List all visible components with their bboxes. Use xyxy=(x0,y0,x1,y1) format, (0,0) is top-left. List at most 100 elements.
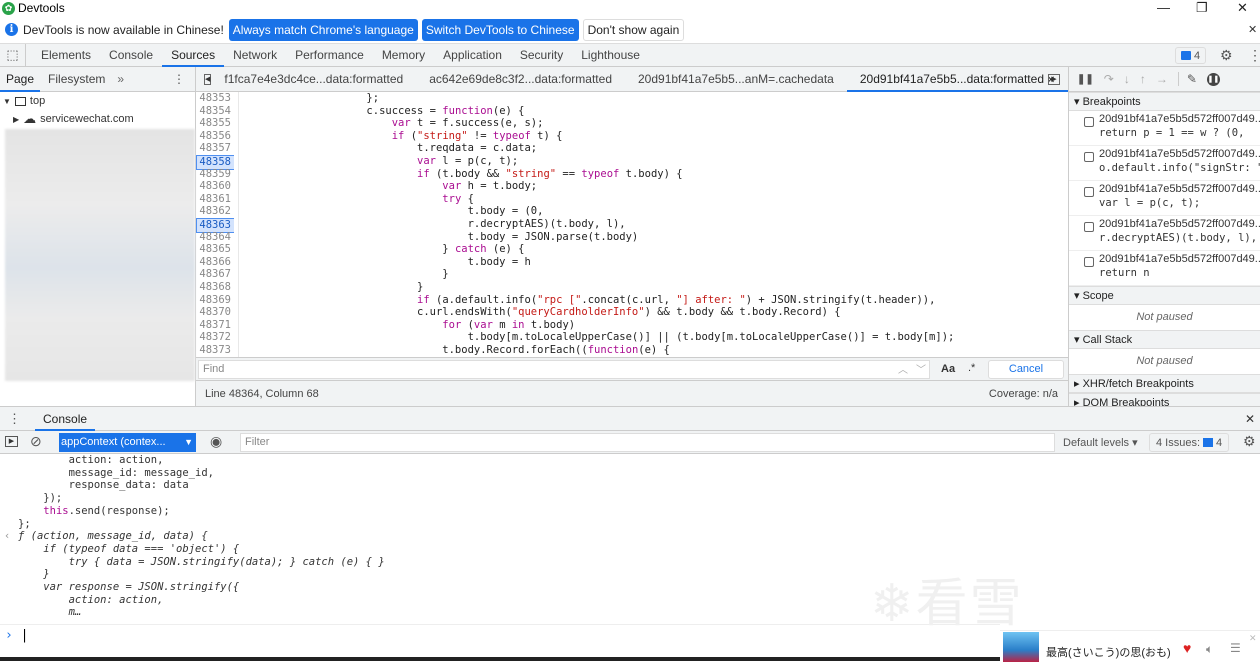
breakpoint-item[interactable]: 20d91bf41a7e5b5d572ff007d49... return p =… xyxy=(1069,111,1260,146)
watermark: ❄看雪 xyxy=(870,575,1024,633)
editor-tab[interactable]: f1fca7e4e3dc4ce...data:formatted xyxy=(211,67,416,92)
console-line-text: action: action, xyxy=(18,593,164,606)
find-cancel-button[interactable]: Cancel xyxy=(988,360,1064,379)
code-view[interactable]: 48353 }; 48354 c.success = function(e) {4… xyxy=(196,92,1068,357)
match-case-button[interactable]: Aa xyxy=(941,363,955,375)
playlist-icon[interactable]: ☰ xyxy=(1230,641,1241,655)
next-match-icon[interactable]: ﹀ xyxy=(916,361,926,376)
breakpoint-checkbox[interactable] xyxy=(1084,117,1094,127)
editor-tab[interactable]: 20d91bf41a7e5b5...anM=.cachedata xyxy=(625,67,847,92)
close-drawer-button[interactable]: ✕ xyxy=(1245,412,1255,426)
sidebar-toggle-icon[interactable]: ▶ xyxy=(5,436,18,447)
console-filter-input[interactable]: Filter xyxy=(240,433,1055,452)
clear-console-icon[interactable]: ⊘ xyxy=(30,433,42,450)
line-number[interactable]: 48362 xyxy=(196,205,234,218)
tab-memory[interactable]: Memory xyxy=(373,44,434,67)
tab-elements[interactable]: Elements xyxy=(32,44,100,67)
console-toolbar: ▶ ⊘ appContext (contex... ▼ ◉ Filter Defa… xyxy=(0,431,1260,454)
console-prompt[interactable]: › | xyxy=(5,628,28,643)
step-icon[interactable]: → xyxy=(1156,72,1168,86)
close-player-icon[interactable]: ✕ xyxy=(1249,633,1257,644)
pause-on-exceptions-icon[interactable]: ❚❚ xyxy=(1206,72,1220,86)
line-number[interactable]: 48369 xyxy=(196,294,234,307)
more-options-icon[interactable]: ⋮ xyxy=(1248,47,1260,64)
drawer-menu-icon[interactable]: ⋮ xyxy=(8,411,21,427)
step-over-icon[interactable]: ↷ xyxy=(1104,72,1114,86)
log-levels-dropdown[interactable]: Default levels ▾ xyxy=(1063,436,1138,449)
breakpoint-item[interactable]: 20d91bf41a7e5b5d572ff007d49... var l = p(… xyxy=(1069,181,1260,216)
breakpoint-item[interactable]: 20d91bf41a7e5b5d572ff007d49... r.decryptA… xyxy=(1069,216,1260,251)
more-tabs-icon[interactable]: » xyxy=(113,72,128,86)
regex-button[interactable]: .* xyxy=(968,362,975,374)
context-selector[interactable]: appContext (contex... ▼ xyxy=(59,433,196,452)
pause-icon[interactable]: ❚❚ xyxy=(1077,74,1094,85)
dont-show-again-button[interactable]: Don't show again xyxy=(582,18,685,41)
line-number[interactable]: 48371 xyxy=(196,319,234,332)
tab-security[interactable]: Security xyxy=(511,44,572,67)
tab-network[interactable]: Network xyxy=(224,44,286,67)
editor-tab[interactable]: 20d91bf41a7e5b5...data:formatted ✕ xyxy=(846,67,1069,92)
tab-performance[interactable]: Performance xyxy=(286,44,373,67)
console-issues-button[interactable]: 4 Issues: 4 xyxy=(1149,433,1230,452)
minimize-button[interactable]: — xyxy=(1157,0,1170,15)
editor-tab[interactable]: ac642e69de8c3f2...data:formatted xyxy=(416,67,625,92)
line-number[interactable]: 48353 xyxy=(196,92,234,105)
breakpoint-checkbox[interactable] xyxy=(1084,152,1094,162)
maximize-button[interactable]: ❐ xyxy=(1196,0,1208,16)
console-settings-icon[interactable]: ⚙ xyxy=(1243,433,1256,450)
breakpoint-item[interactable]: 20d91bf41a7e5b5d572ff007d49... o.default.… xyxy=(1069,146,1260,181)
volume-icon[interactable]: 🔈︎ xyxy=(1206,642,1213,657)
previous-match-icon[interactable]: ︿ xyxy=(898,361,908,376)
find-input[interactable]: Find xyxy=(198,360,930,379)
toggle-navigator-icon[interactable]: ◀ xyxy=(204,73,212,85)
tab-sources[interactable]: Sources xyxy=(162,44,225,67)
tab-page[interactable]: Page xyxy=(0,67,41,92)
tree-item-top[interactable]: ▼ top xyxy=(3,95,45,107)
tab-console[interactable]: Console xyxy=(100,44,162,67)
xhr-breakpoints-header[interactable]: ▸ XHR/fetch Breakpoints xyxy=(1069,374,1260,393)
dom-breakpoints-header[interactable]: ▸ DOM Breakpoints xyxy=(1069,393,1260,406)
line-number[interactable]: 48368 xyxy=(196,281,234,294)
tree-item-domain[interactable]: ▶ ☁ servicewechat.com xyxy=(13,112,134,125)
settings-gear-icon[interactable]: ⚙ xyxy=(1220,47,1233,64)
line-number[interactable]: 48372 xyxy=(196,331,234,344)
step-out-icon[interactable]: ↑ xyxy=(1140,72,1146,86)
scope-section-header[interactable]: ▾ Scope xyxy=(1069,286,1260,305)
deactivate-breakpoints-icon[interactable]: ✎ xyxy=(1177,72,1197,86)
line-number[interactable]: 48357 xyxy=(196,142,234,155)
always-match-language-button[interactable]: Always match Chrome's language xyxy=(228,18,418,41)
tab-console[interactable]: Console xyxy=(35,407,96,431)
callstack-section-header[interactable]: ▾ Call Stack xyxy=(1069,330,1260,349)
line-number[interactable]: 48367 xyxy=(196,268,234,281)
line-number[interactable]: 48365 xyxy=(196,243,234,256)
tab-filesystem[interactable]: Filesystem xyxy=(40,72,113,86)
breakpoint-item[interactable]: 20d91bf41a7e5b5d572ff007d49... return n xyxy=(1069,251,1260,286)
line-number[interactable]: 48366 xyxy=(196,256,234,269)
close-window-button[interactable]: ✕ xyxy=(1237,0,1248,16)
line-number[interactable]: 48355 xyxy=(196,117,234,130)
tab-application[interactable]: Application xyxy=(434,44,511,67)
line-number[interactable]: 48373 xyxy=(196,344,234,357)
tab-lighthouse[interactable]: Lighthouse xyxy=(572,44,649,67)
toggle-debugger-icon[interactable]: ▶ xyxy=(1048,73,1060,85)
infobar-close-button[interactable]: ✕ xyxy=(1248,23,1257,36)
line-number[interactable]: 48364 xyxy=(196,231,234,244)
console-output[interactable]: action: action, message_id: message_id, … xyxy=(0,454,1260,658)
line-number[interactable]: 48370 xyxy=(196,306,234,319)
line-number[interactable]: 48354 xyxy=(196,105,234,118)
breakpoints-section-header[interactable]: ▾ Breakpoints xyxy=(1069,92,1260,111)
step-into-icon[interactable]: ↓ xyxy=(1124,72,1130,86)
switch-to-chinese-button[interactable]: Switch DevTools to Chinese xyxy=(421,18,579,41)
heart-icon[interactable]: ♥ xyxy=(1183,640,1191,656)
issues-counter-button[interactable]: 4 xyxy=(1175,47,1207,64)
live-expression-eye-icon[interactable]: ◉ xyxy=(210,433,222,450)
navigator-menu-icon[interactable]: ⋮ xyxy=(173,72,185,86)
line-number[interactable]: 48359 xyxy=(196,168,234,181)
line-number[interactable]: 48361 xyxy=(196,193,234,206)
inspect-element-icon[interactable]: ⬚ xyxy=(0,43,26,67)
breakpoint-checkbox[interactable] xyxy=(1084,222,1094,232)
line-number[interactable]: 48360 xyxy=(196,180,234,193)
breakpoint-checkbox[interactable] xyxy=(1084,187,1094,197)
line-number[interactable]: 48356 xyxy=(196,130,234,143)
breakpoint-checkbox[interactable] xyxy=(1084,257,1094,267)
